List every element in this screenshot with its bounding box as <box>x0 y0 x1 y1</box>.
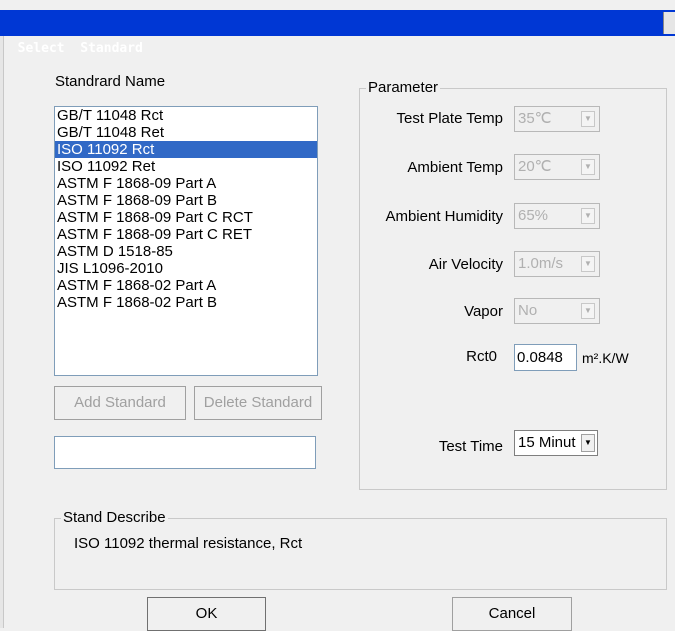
close-icon[interactable] <box>663 12 675 34</box>
list-item[interactable]: ASTM F 1868-02 Part A <box>55 277 317 294</box>
delete-standard-button[interactable]: Delete Standard <box>194 386 322 420</box>
ambient-humidity-select[interactable]: 65% ▼ <box>514 203 600 229</box>
list-item[interactable]: ASTM F 1868-02 Part B <box>55 294 317 311</box>
list-item[interactable]: ASTM F 1868-09 Part C RET <box>55 226 317 243</box>
chevron-down-icon: ▼ <box>581 303 595 319</box>
window-left-edge <box>0 36 4 628</box>
vapor-select[interactable]: No ▼ <box>514 298 600 324</box>
ambient-temp-label: Ambient Temp <box>407 159 503 176</box>
air-velocity-select[interactable]: 1.0m/s ▼ <box>514 251 600 277</box>
standard-listbox[interactable]: GB/T 11048 Rct GB/T 11048 Ret ISO 11092 … <box>54 106 318 376</box>
rct0-label: Rct0 <box>466 348 497 365</box>
list-item[interactable]: JIS L1096-2010 <box>55 260 317 277</box>
list-item[interactable]: ASTM F 1868-09 Part A <box>55 175 317 192</box>
standard-name-input[interactable] <box>54 436 316 469</box>
describe-text: ISO 11092 thermal resistance, Rct <box>74 535 303 552</box>
describe-legend: Stand Describe <box>61 509 168 526</box>
list-item[interactable]: GB/T 11048 Ret <box>55 124 317 141</box>
parameter-group <box>359 88 667 490</box>
list-item[interactable]: GB/T 11048 Rct <box>55 107 317 124</box>
test-plate-temp-select[interactable]: 35℃ ▼ <box>514 106 600 132</box>
ok-button[interactable]: OK <box>147 597 266 631</box>
chevron-down-icon: ▼ <box>581 159 595 175</box>
list-item-selected[interactable]: ISO 11092 Rct <box>55 141 317 158</box>
chevron-down-icon: ▼ <box>581 208 595 224</box>
list-item[interactable]: ISO 11092 Ret <box>55 158 317 175</box>
list-item[interactable]: ASTM D 1518-85 <box>55 243 317 260</box>
parameter-legend: Parameter <box>366 79 441 96</box>
test-time-label: Test Time <box>438 438 503 455</box>
rct0-unit: m².K/W <box>582 350 629 366</box>
window-title-bar[interactable]: Select Standard <box>0 10 675 56</box>
standard-name-label: Standrard Name <box>55 73 166 90</box>
cancel-button[interactable]: Cancel <box>452 597 572 631</box>
chevron-down-icon: ▼ <box>581 111 595 127</box>
test-time-select[interactable]: 15 Minut ▼ <box>514 430 598 456</box>
vapor-label: Vapor <box>464 303 503 320</box>
test-plate-temp-label: Test Plate Temp <box>396 110 503 127</box>
list-item[interactable]: ASTM F 1868-09 Part C RCT <box>55 209 317 226</box>
describe-group <box>54 518 667 590</box>
chevron-down-icon: ▼ <box>581 434 595 452</box>
window-title: Select Standard <box>17 41 143 56</box>
list-item[interactable]: ASTM F 1868-09 Part B <box>55 192 317 209</box>
rct0-input[interactable] <box>514 344 577 371</box>
add-standard-button[interactable]: Add Standard <box>54 386 186 420</box>
ambient-humidity-label: Ambient Humidity <box>385 208 503 225</box>
air-velocity-label: Air Velocity <box>428 256 503 273</box>
chevron-down-icon: ▼ <box>581 256 595 272</box>
ambient-temp-select[interactable]: 20℃ ▼ <box>514 154 600 180</box>
